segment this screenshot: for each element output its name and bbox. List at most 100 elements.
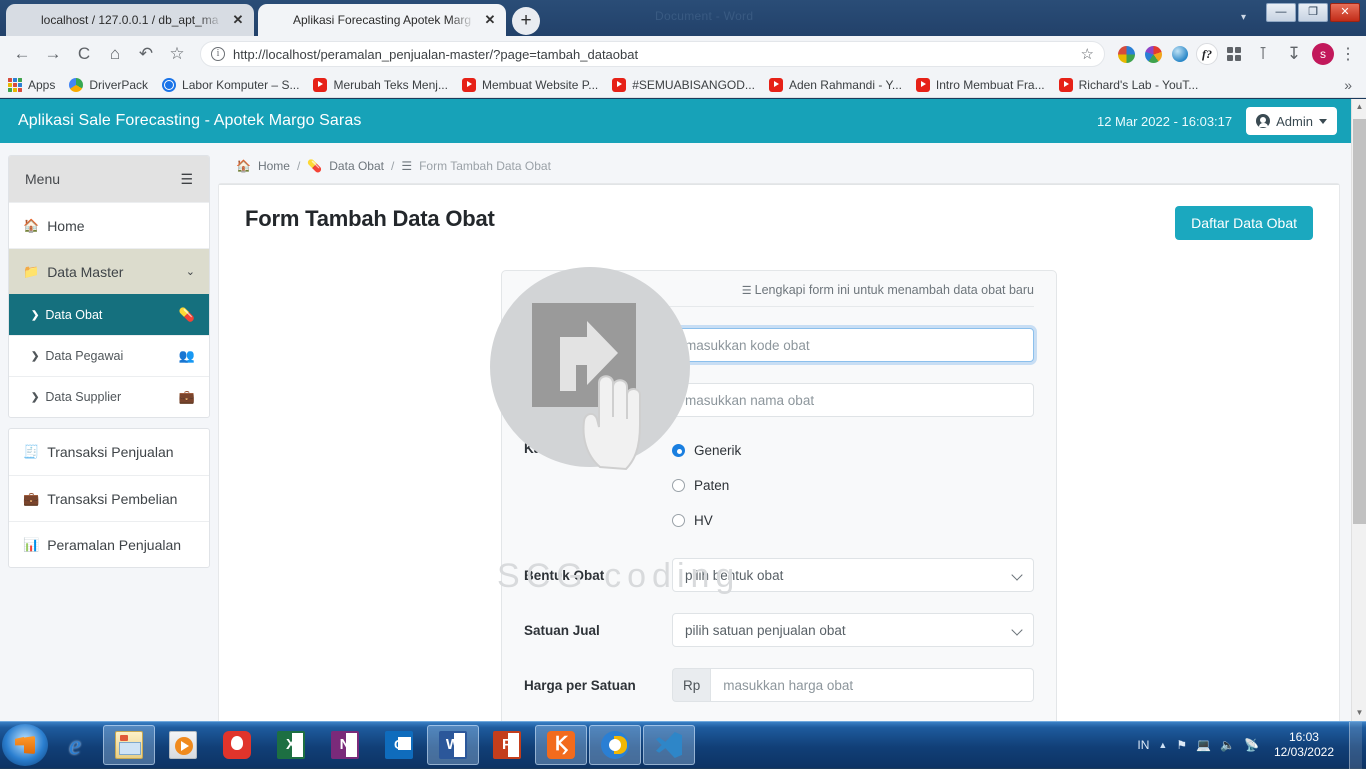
taskbar-item-xampp[interactable] xyxy=(535,725,587,765)
extension-font-icon[interactable]: f? xyxy=(1195,42,1219,66)
list-icon[interactable]: ☰ xyxy=(180,171,193,188)
breadcrumb: 🏠 Home / 💊 Data Obat / ☰ Form Tambah Dat… xyxy=(218,155,1340,183)
taskbar-item-word[interactable]: W xyxy=(427,725,479,765)
taskbar-item-powerpoint[interactable]: P xyxy=(481,725,533,765)
tab-list-chevron-icon[interactable]: ▾ xyxy=(1241,12,1246,23)
sidebar-item-data-master[interactable]: 📁 Data Master ⌄ xyxy=(9,248,209,294)
taskbar-item-outlook[interactable]: O xyxy=(373,725,425,765)
site-info-icon[interactable]: i xyxy=(211,47,225,61)
taskbar-item-excel[interactable]: X xyxy=(265,725,317,765)
taskbar-item-recorder-app[interactable] xyxy=(211,725,263,765)
show-desktop-button[interactable] xyxy=(1349,722,1362,769)
screenshot-crop-icon[interactable]: ⊺ xyxy=(1249,40,1277,68)
action-center-flag-icon[interactable]: ⚑ xyxy=(1176,738,1187,752)
kode-obat-label: Kode Obat xyxy=(524,338,672,353)
breadcrumb-item-data-obat[interactable]: Data Obat xyxy=(329,159,384,173)
page-scrollbar[interactable]: ▲ ▼ xyxy=(1351,99,1366,721)
sidebar-item-peramalan-penjualan[interactable]: 📊 Peramalan Penjualan xyxy=(9,521,209,567)
chevron-right-icon: ❯ xyxy=(31,392,39,403)
nama-obat-input[interactable] xyxy=(672,383,1034,417)
radio-icon[interactable] xyxy=(672,479,685,492)
browser-tab-1[interactable]: localhost / 127.0.0.1 / db_apt_ma ✕ xyxy=(6,4,254,36)
browser-tab-2[interactable]: Aplikasi Forecasting Apotek Marg ✕ xyxy=(258,4,506,36)
scrollbar-thumb[interactable] xyxy=(1353,119,1366,524)
start-button[interactable]: Start xyxy=(2,724,48,766)
breadcrumb-item-home[interactable]: Home xyxy=(258,159,290,173)
taskbar-item-chrome[interactable] xyxy=(589,725,641,765)
satuan-jual-select[interactable]: pilih satuan penjualan obat xyxy=(672,613,1034,647)
close-icon[interactable]: ✕ xyxy=(482,4,498,36)
back-icon[interactable]: ← xyxy=(8,40,36,68)
taskbar-item-internet-explorer[interactable]: e xyxy=(49,725,101,765)
download-icon[interactable]: ↧ xyxy=(1280,40,1308,68)
extension-color-wheel-icon[interactable] xyxy=(1114,42,1138,66)
extensions-grid-icon[interactable] xyxy=(1222,42,1246,66)
bookmark-apps[interactable]: Apps xyxy=(8,78,55,92)
sidebar-item-home[interactable]: 🏠 Home xyxy=(9,202,209,248)
avatar[interactable]: s xyxy=(1311,42,1335,66)
recorder-app-icon xyxy=(223,731,251,759)
taskbar-item-file-explorer[interactable] xyxy=(103,725,155,765)
volume-icon[interactable]: 🔈 xyxy=(1220,738,1235,752)
sidebar-item-data-pegawai[interactable]: ❯ Data Pegawai 👥 xyxy=(9,335,209,376)
new-tab-button[interactable]: + xyxy=(512,7,540,35)
close-window-button[interactable]: ✕ xyxy=(1330,3,1360,22)
header-datetime: 12 Mar 2022 - 16:03:17 xyxy=(1097,114,1232,129)
taskbar-item-onenote[interactable]: N xyxy=(319,725,371,765)
media-player-icon xyxy=(169,731,197,759)
sidebar-item-transaksi-penjualan[interactable]: 🧾 Transaksi Penjualan xyxy=(9,429,209,475)
chevron-down-icon: ⌄ xyxy=(186,265,195,278)
taskbar-clock[interactable]: 16:03 12/03/2022 xyxy=(1268,730,1340,760)
kode-obat-input[interactable] xyxy=(672,328,1034,362)
radio-icon[interactable] xyxy=(672,514,685,527)
radio-option-hv[interactable]: HV xyxy=(672,508,1034,532)
radio-option-paten[interactable]: Paten xyxy=(672,473,1034,497)
browser-menu-icon[interactable]: ⋮ xyxy=(1338,44,1358,64)
maximize-button[interactable]: ❐ xyxy=(1298,3,1328,22)
harga-per-satuan-input[interactable] xyxy=(710,668,1034,702)
address-bar[interactable]: i http://localhost/peramalan_penjualan-m… xyxy=(200,41,1105,67)
bentuk-obat-select[interactable]: pilih bentuk obat xyxy=(672,558,1034,592)
forward-icon[interactable]: → xyxy=(39,40,67,68)
bookmark-driverpack[interactable]: DriverPack xyxy=(69,78,148,92)
field-row-kategori: Kategori Generik Paten HV xyxy=(524,438,1034,532)
radio-icon[interactable] xyxy=(672,444,685,457)
bookmark-merubah-teks[interactable]: Merubah Teks Menj... xyxy=(313,78,448,92)
sidebar-item-transaksi-pembelian[interactable]: 💼 Transaksi Pembelian xyxy=(9,475,209,521)
globe-icon xyxy=(162,78,176,92)
bookmark-aden-rahmandi[interactable]: Aden Rahmandi - Y... xyxy=(769,78,902,92)
scroll-down-icon[interactable]: ▼ xyxy=(1352,705,1366,721)
network-icon[interactable]: 💻 xyxy=(1196,738,1211,752)
sidebar-header-label: Menu xyxy=(25,171,60,187)
sidebar-item-data-obat[interactable]: ❯ Data Obat 💊 xyxy=(9,294,209,335)
daftar-data-obat-button[interactable]: Daftar Data Obat xyxy=(1175,206,1313,240)
home-icon[interactable]: ⌂ xyxy=(101,40,129,68)
bookmark-semuabisangoding[interactable]: #SEMUABISANGOD... xyxy=(612,78,755,92)
close-icon[interactable]: ✕ xyxy=(230,4,246,36)
user-menu[interactable]: Admin xyxy=(1246,107,1337,135)
sidebar-item-data-supplier[interactable]: ❯ Data Supplier 💼 xyxy=(9,376,209,417)
scroll-up-icon[interactable]: ▲ xyxy=(1352,99,1366,115)
taskbar-item-visual-studio[interactable] xyxy=(643,725,695,765)
bookmark-label: DriverPack xyxy=(89,78,148,92)
bookmarks-overflow-icon[interactable]: » xyxy=(1344,77,1358,93)
bookmark-intro-membuat[interactable]: Intro Membuat Fra... xyxy=(916,78,1045,92)
language-indicator[interactable]: IN xyxy=(1137,738,1149,752)
battery-icon[interactable]: 📡 xyxy=(1244,738,1259,752)
bookmark-labor-komputer[interactable]: Labor Komputer – S... xyxy=(162,78,299,92)
extension-globe-icon[interactable] xyxy=(1168,42,1192,66)
youtube-icon xyxy=(313,78,327,92)
radio-option-generik[interactable]: Generik xyxy=(672,438,1034,462)
extension-palette-icon[interactable] xyxy=(1141,42,1165,66)
bookmark-richards-lab[interactable]: Richard's Lab - YouT... xyxy=(1059,78,1199,92)
minimize-button[interactable]: — xyxy=(1266,3,1296,22)
bookmark-star-icon[interactable]: ☆ xyxy=(163,40,191,68)
history-back-icon[interactable]: ↶ xyxy=(132,40,160,68)
youtube-icon xyxy=(1059,78,1073,92)
folder-icon: 📁 xyxy=(23,264,39,280)
bookmark-this-page-icon[interactable]: ☆ xyxy=(1081,45,1094,63)
bookmark-membuat-website[interactable]: Membuat Website P... xyxy=(462,78,598,92)
reload-icon[interactable]: C xyxy=(70,40,98,68)
show-hidden-icons[interactable]: ▲ xyxy=(1158,740,1167,750)
taskbar-item-media-player[interactable] xyxy=(157,725,209,765)
